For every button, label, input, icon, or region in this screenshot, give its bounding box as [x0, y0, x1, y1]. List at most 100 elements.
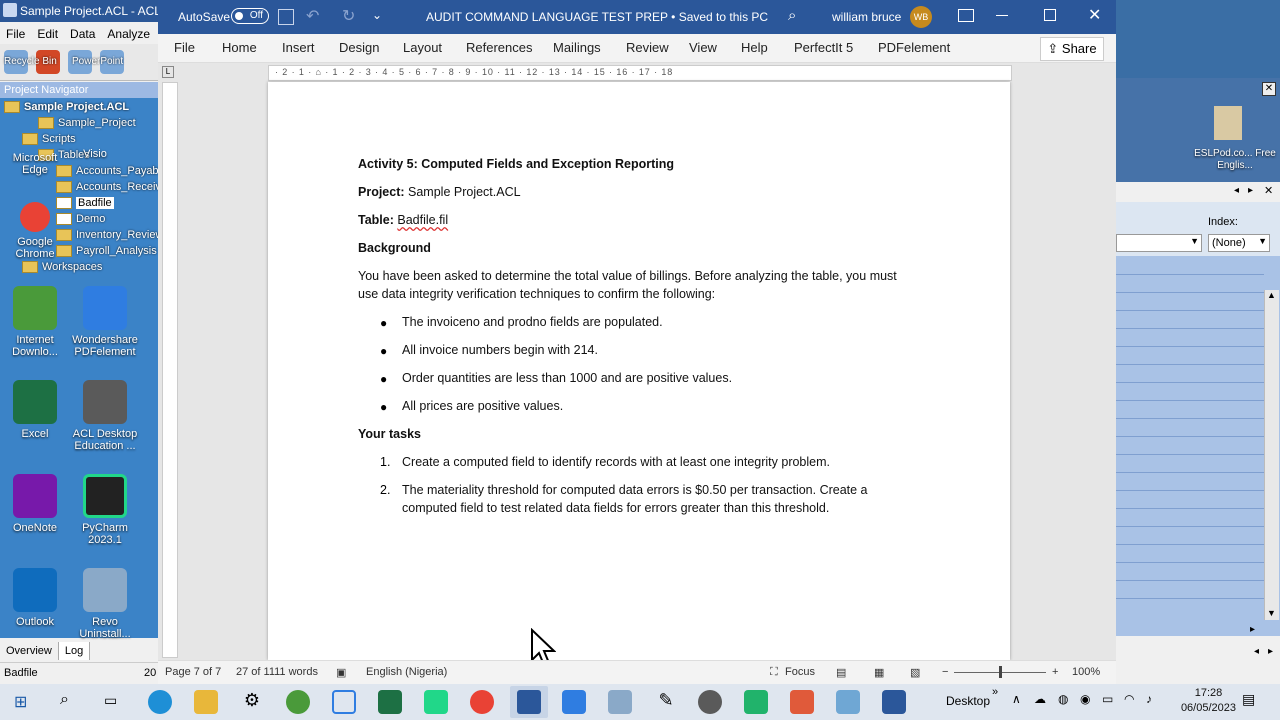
pycharm-taskbar-icon[interactable] [424, 690, 448, 714]
pen-tool-icon[interactable]: ✎ [654, 690, 678, 714]
tree-item-payroll-analysis[interactable]: Payroll_Analysis [56, 245, 157, 258]
horizontal-ruler[interactable]: · 2 · 1 · ⌂ · 1 · 2 · 3 · 4 · 5 · 6 · 7 … [268, 65, 1012, 81]
read-mode-icon[interactable]: ▤ [836, 666, 846, 679]
battery-icon[interactable]: ▭ [1102, 692, 1113, 706]
start-icon[interactable]: ⊞ [14, 692, 27, 712]
zoom-slider-thumb[interactable] [999, 666, 1002, 678]
search-icon[interactable]: ⌕ [60, 691, 69, 709]
scroll-down-icon[interactable]: ▼ [1267, 608, 1276, 618]
acl-menu-file[interactable]: File [0, 22, 31, 41]
word-taskbar-icon[interactable] [882, 690, 906, 714]
edge-desktop-icon[interactable]: Microsoft Edge [0, 148, 70, 176]
share-button[interactable]: ⇪ Share [1040, 37, 1104, 61]
nav-prev-icon[interactable]: ◂ [1254, 646, 1259, 657]
system-clock[interactable]: 17:28 06/05/2023 [1181, 686, 1236, 716]
pycharm-desktop-icon[interactable]: PyCharm 2023.1 [70, 474, 140, 546]
recorder-taskbar-icon[interactable] [790, 690, 814, 714]
tree-item-scripts[interactable]: Scripts [22, 133, 76, 146]
page-count[interactable]: Page 7 of 7 [165, 666, 221, 678]
desktop-toolbar-label[interactable]: Desktop [946, 694, 990, 708]
idm-taskbar-icon[interactable] [286, 690, 310, 714]
document-title[interactable]: AUDIT COMMAND LANGUAGE TEST PREP • Saved… [426, 10, 768, 24]
print-layout-icon[interactable]: ▦ [874, 666, 884, 679]
acl-menu-analyze[interactable]: Analyze [101, 22, 156, 41]
maximize-icon[interactable] [1044, 9, 1056, 21]
chrome-desktop-icon[interactable]: Google Chrome [0, 202, 70, 260]
tab-stop-selector[interactable]: L [162, 66, 174, 78]
pdf-taskbar-icon[interactable] [562, 690, 586, 714]
user-name[interactable]: william bruce [832, 10, 901, 24]
undo-icon[interactable]: ↶ [306, 6, 319, 26]
acl-taskbar-icon[interactable] [698, 690, 722, 714]
zoom-in-icon[interactable]: + [1052, 666, 1058, 678]
tree-item-workspaces[interactable]: Workspaces [22, 261, 102, 274]
tab-overview[interactable]: Overview [0, 642, 59, 660]
document-page[interactable]: Activity 5: Computed Fields and Exceptio… [268, 82, 1010, 660]
cloud-icon[interactable]: ☁ [1034, 692, 1046, 706]
language-status[interactable]: English (Nigeria) [366, 666, 447, 678]
search-icon[interactable]: ⌕ [788, 7, 796, 24]
notifications-icon[interactable]: ▤ [1242, 691, 1255, 708]
proofing-icon[interactable]: ▣ [336, 666, 346, 679]
wifi-icon[interactable]: ◠ [1124, 692, 1134, 706]
autosave-toggle[interactable]: Off [231, 8, 269, 24]
eslpod-desktop-label[interactable]: ESLPod.co... Free Englis... [1190, 148, 1280, 172]
acl-menu-edit[interactable]: Edit [31, 22, 64, 41]
edge-taskbar-icon[interactable] [148, 690, 172, 714]
eslpod-file-icon[interactable] [1214, 106, 1242, 140]
acl-menu-data[interactable]: Data [64, 22, 101, 41]
web-layout-icon[interactable]: ▧ [910, 666, 920, 679]
focus-button[interactable]: Focus [785, 666, 815, 678]
ribbon-display-icon[interactable] [958, 9, 974, 22]
nav-next-icon[interactable]: ▸ [1268, 646, 1273, 657]
tab-file[interactable]: File [174, 40, 195, 55]
tab-mailings[interactable]: Mailings [553, 40, 601, 55]
tree-item-inventory-review[interactable]: Inventory_Review [56, 229, 163, 242]
scroll-right-icon[interactable]: ▸ [1250, 624, 1255, 635]
tray-chevron-icon[interactable]: ∧ [1012, 692, 1021, 706]
tree-item-accounts-payable[interactable]: Accounts_Payable [56, 165, 167, 178]
filter-select[interactable]: ▼ [1116, 234, 1202, 252]
revo-taskbar-icon[interactable] [608, 690, 632, 714]
zoom-level[interactable]: 100% [1072, 666, 1100, 678]
app-taskbar-icon[interactable] [836, 690, 860, 714]
panel-prev-icon[interactable]: ◂ [1234, 185, 1239, 196]
pdfelement-taskbar-icon[interactable] [332, 690, 356, 714]
tab-view[interactable]: View [689, 40, 717, 55]
task-view-icon[interactable]: ▭ [104, 692, 117, 709]
volume-icon[interactable]: ♪ [1146, 692, 1152, 706]
table-view-rows[interactable] [1116, 256, 1280, 636]
excel-taskbar-icon[interactable] [378, 690, 402, 714]
tree-item-sample-project[interactable]: Sample_Project [38, 117, 136, 130]
tray-app-icon[interactable]: ◉ [1080, 692, 1090, 706]
user-avatar[interactable]: WB [910, 6, 932, 28]
word-taskbar-button[interactable] [510, 686, 548, 718]
save-icon[interactable] [278, 9, 294, 25]
tab-log[interactable]: Log [58, 642, 91, 660]
zoom-out-icon[interactable]: − [942, 666, 948, 678]
tab-perfectit[interactable]: PerfectIt 5 [794, 40, 853, 55]
visio-desktop-icon[interactable]: Visio [70, 148, 120, 160]
word-count[interactable]: 27 of 1111 words [236, 666, 318, 678]
tab-review[interactable]: Review [626, 40, 669, 55]
outlook-desktop-icon[interactable]: Outlook [0, 568, 70, 628]
panel-close-icon[interactable]: ✕ [1262, 82, 1276, 96]
toolbar-expand-icon[interactable]: » [992, 686, 998, 698]
vertical-scrollbar[interactable]: ▲ ▼ [1264, 290, 1279, 620]
panel-close-icon[interactable]: ✕ [1264, 184, 1273, 197]
minimize-icon[interactable] [996, 15, 1008, 16]
index-select[interactable]: (None) ▼ [1208, 234, 1270, 252]
camtasia-taskbar-icon[interactable] [744, 690, 768, 714]
scroll-up-icon[interactable]: ▲ [1267, 290, 1276, 300]
revo-desktop-icon[interactable]: Revo Uninstall... [70, 568, 140, 640]
acl-desktop-icon[interactable]: ACL Desktop Education ... [70, 380, 140, 452]
chrome-taskbar-icon[interactable] [470, 690, 494, 714]
tray-icon[interactable]: ◍ [1058, 692, 1068, 706]
tab-pdfelement[interactable]: PDFelement [878, 40, 950, 55]
tab-layout[interactable]: Layout [403, 40, 442, 55]
tab-insert[interactable]: Insert [282, 40, 315, 55]
quick-access-chevron-icon[interactable]: ⌄ [372, 8, 382, 22]
tree-item-project[interactable]: Sample Project.ACL [4, 101, 129, 114]
tab-references[interactable]: References [466, 40, 532, 55]
tab-design[interactable]: Design [339, 40, 379, 55]
